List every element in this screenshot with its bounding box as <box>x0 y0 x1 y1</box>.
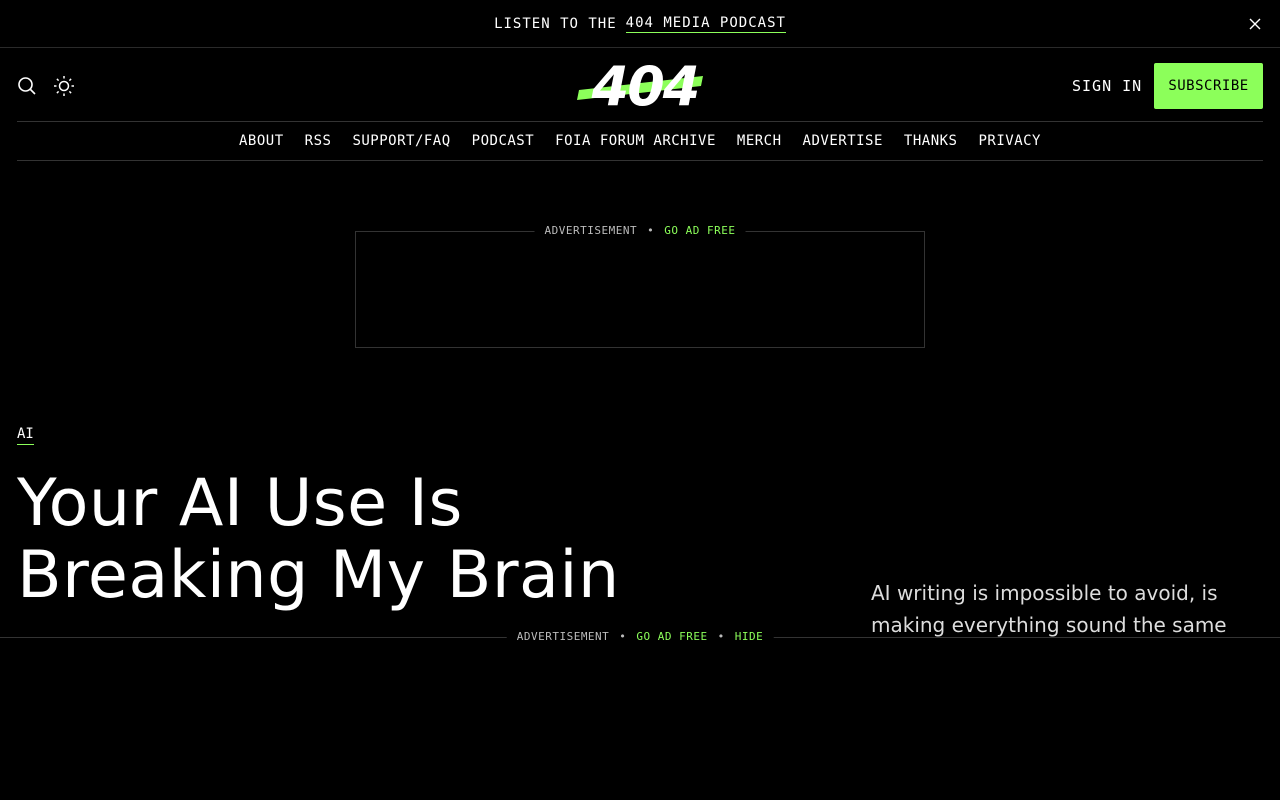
top-ad-slot: ADVERTISEMENT • GO AD FREE <box>355 224 925 348</box>
bottom-ad-label: ADVERTISEMENT • GO AD FREE • HIDE <box>506 630 774 643</box>
nav-item-support-faq[interactable]: SUPPORT/FAQ <box>352 133 450 149</box>
podcast-link[interactable]: 404 MEDIA PODCAST <box>625 15 786 33</box>
nav-item-about[interactable]: ABOUT <box>239 133 284 149</box>
sun-icon[interactable] <box>53 75 75 97</box>
podcast-banner: LISTEN TO THE 404 MEDIA PODCAST <box>0 0 1280 48</box>
nav-item-rss[interactable]: RSS <box>305 133 332 149</box>
subscribe-button[interactable]: SUBSCRIBE <box>1154 63 1263 109</box>
nav-item-foia-forum-archive[interactable]: FOIA FORUM ARCHIVE <box>555 133 716 149</box>
site-logo[interactable]: 404 <box>577 56 705 116</box>
banner-prefix: LISTEN TO THE <box>494 15 617 32</box>
title-line-1: Your AI Use Is <box>17 466 463 541</box>
search-icon[interactable] <box>17 76 37 96</box>
nav-item-advertise[interactable]: ADVERTISE <box>803 133 883 149</box>
site-header: 404 SIGN IN SUBSCRIBE <box>17 48 1263 122</box>
article-dek: AI writing is impossible to avoid, is ma… <box>871 577 1241 641</box>
ad-label-text: ADVERTISEMENT <box>544 224 638 237</box>
title-line-2: Breaking My Brain <box>17 538 620 613</box>
bottom-go-ad-free-link[interactable]: GO AD FREE <box>636 630 707 643</box>
dek-line-2: making everything sound the same <box>871 613 1227 637</box>
article-title: Your AI Use Is Breaking My Brain <box>17 468 777 612</box>
logo-text: 404 <box>591 55 701 118</box>
article-tag[interactable]: AI <box>17 426 34 445</box>
ad-label: ADVERTISEMENT • GO AD FREE <box>534 224 746 237</box>
ad-separator: • <box>717 630 725 643</box>
nav-item-privacy[interactable]: PRIVACY <box>978 133 1041 149</box>
ad-separator: • <box>619 630 627 643</box>
main-nav: ABOUT RSS SUPPORT/FAQ PODCAST FOIA FORUM… <box>17 122 1263 161</box>
sticky-bottom-ad: ADVERTISEMENT • GO AD FREE • HIDE <box>0 630 1280 800</box>
nav-item-thanks[interactable]: THANKS <box>904 133 958 149</box>
hide-ad-button[interactable]: HIDE <box>735 630 764 643</box>
close-icon[interactable] <box>1248 17 1262 31</box>
ad-separator: • <box>647 224 655 237</box>
nav-item-merch[interactable]: MERCH <box>737 133 782 149</box>
go-ad-free-link[interactable]: GO AD FREE <box>664 224 735 237</box>
bottom-ad-label-text: ADVERTISEMENT <box>516 630 610 643</box>
dek-line-1: AI writing is impossible to avoid, is <box>871 581 1218 605</box>
sign-in-link[interactable]: SIGN IN <box>1072 77 1142 95</box>
nav-item-podcast[interactable]: PODCAST <box>472 133 535 149</box>
